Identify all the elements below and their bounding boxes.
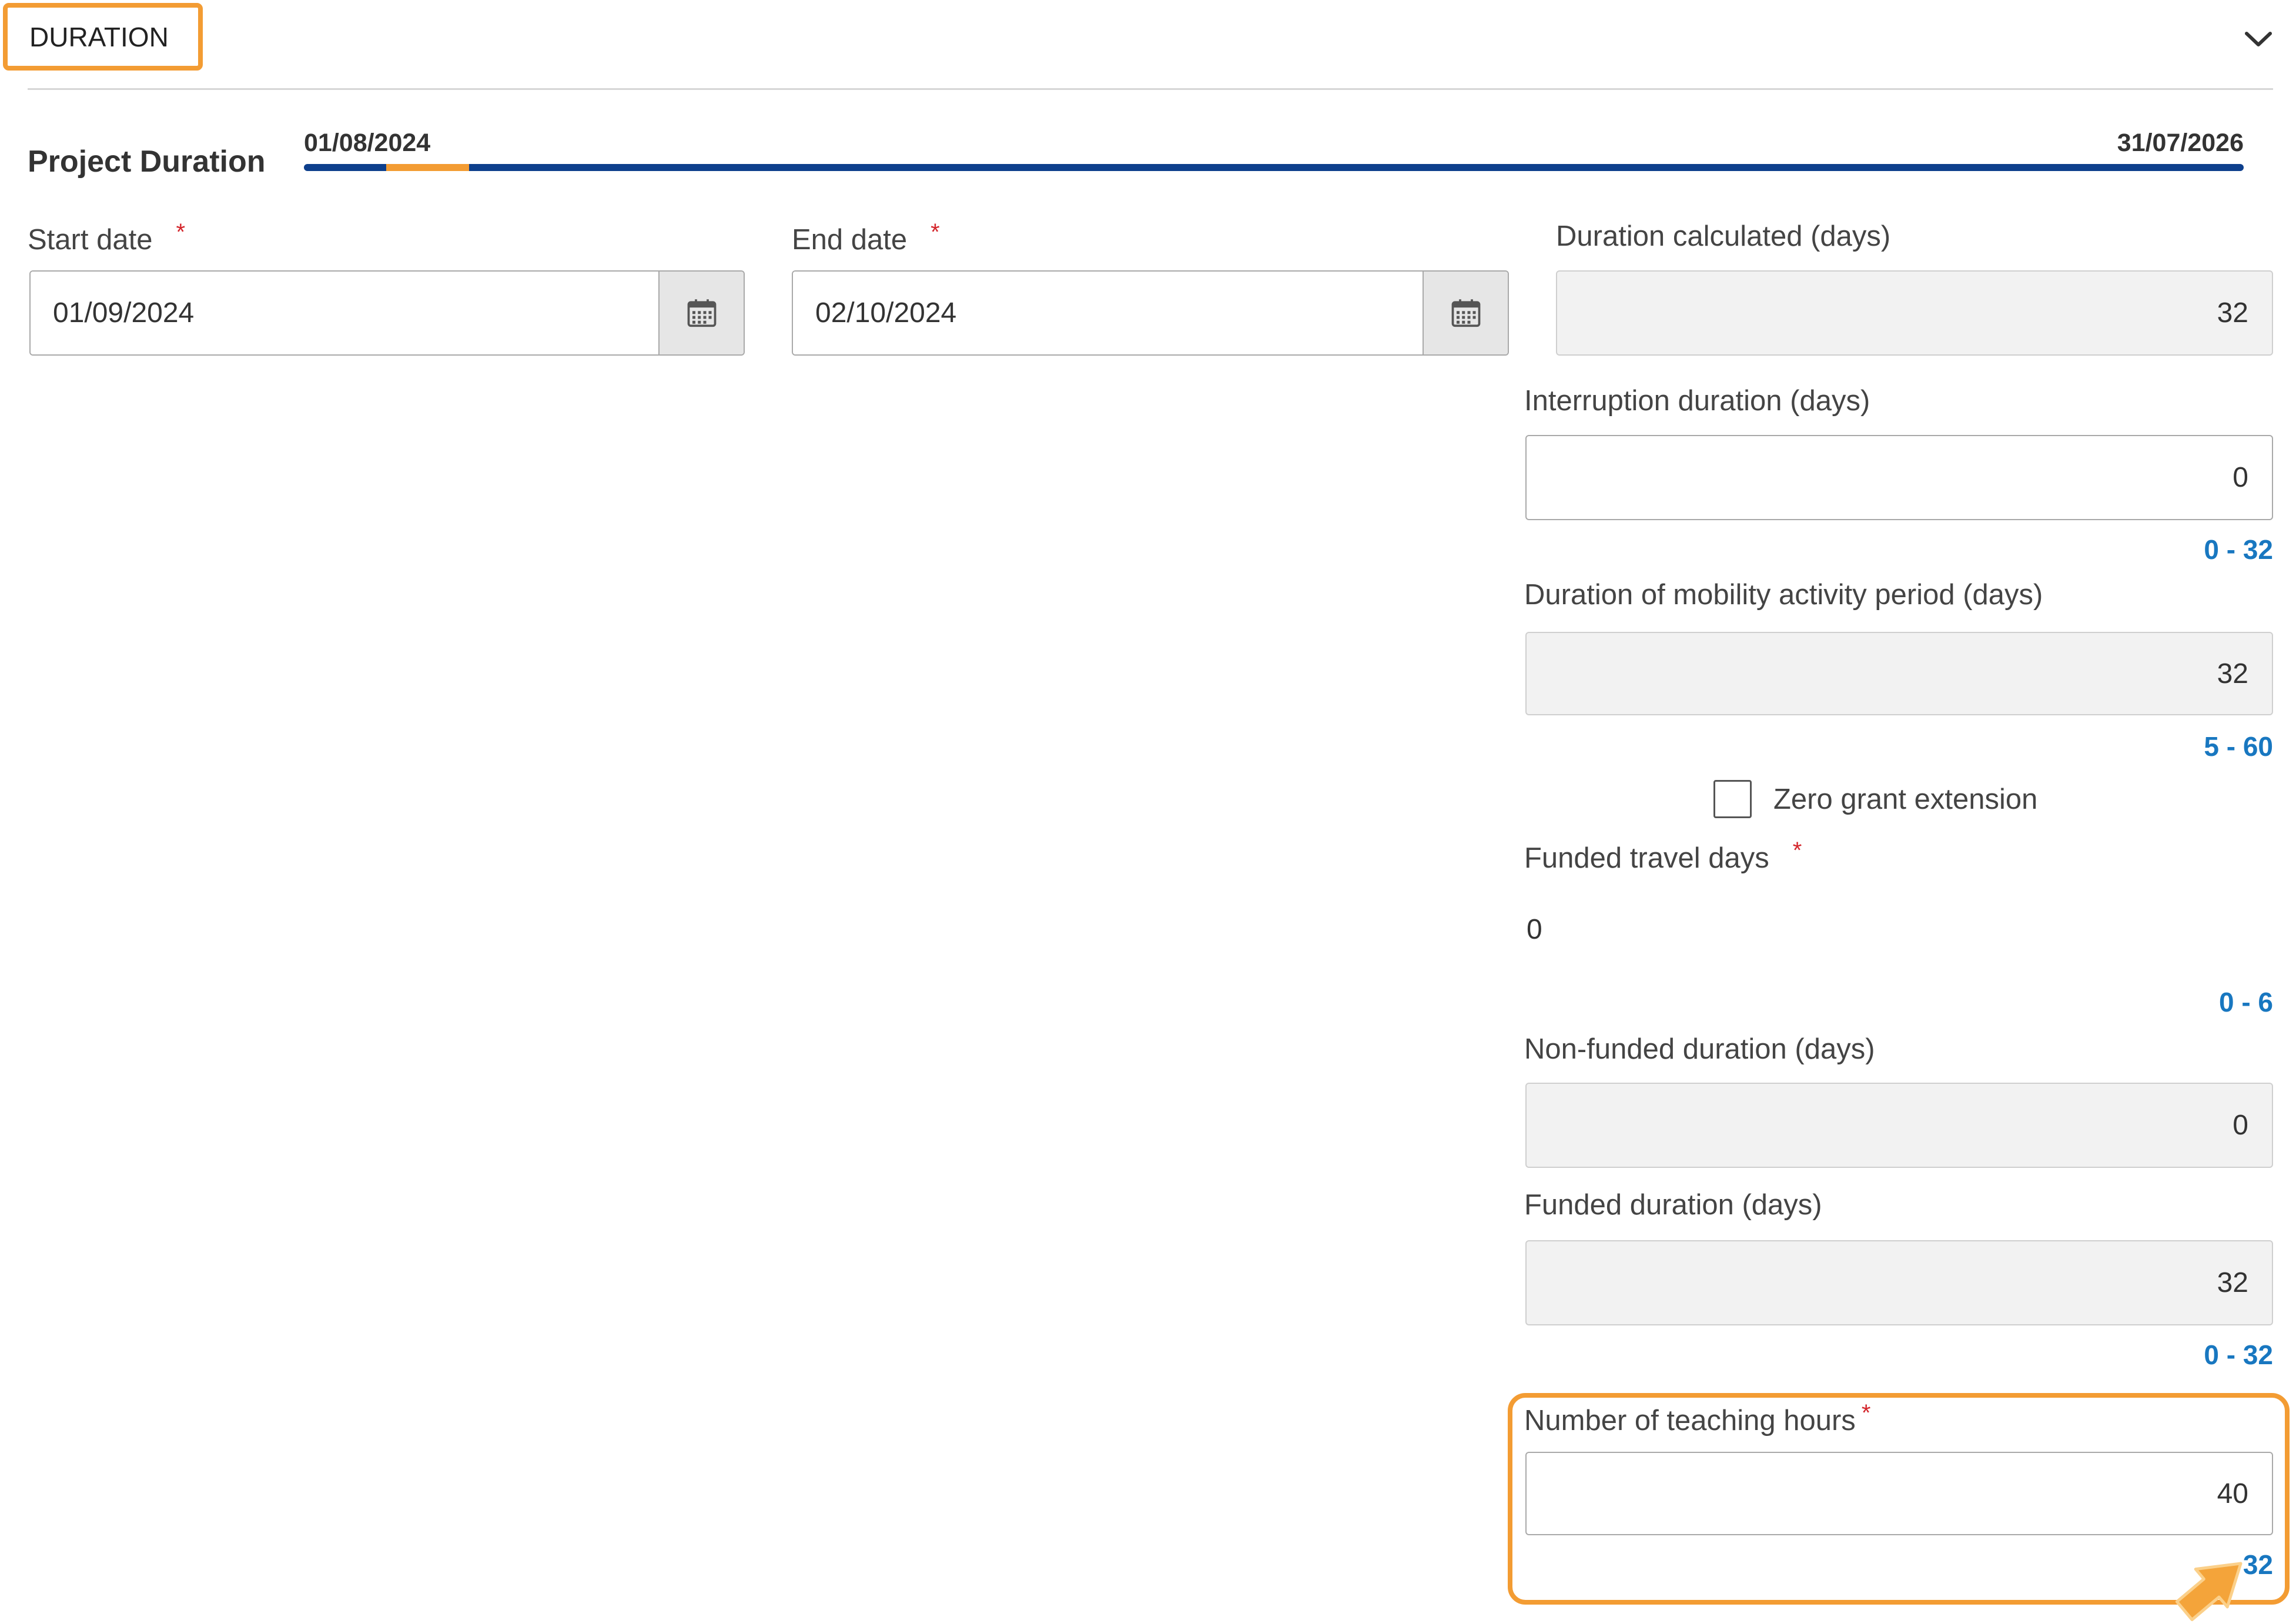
chevron-down-svg	[2245, 32, 2272, 46]
funded-travel-days-range: 0 - 6	[2218, 987, 2273, 1017]
project-start-date: 01/08/2024	[304, 129, 431, 157]
end-date-calendar-button[interactable]	[1423, 272, 1508, 354]
start-date-field	[29, 270, 745, 356]
mobility-period-range: 5 - 60	[2204, 731, 2273, 762]
project-duration-label: Project Duration	[28, 145, 266, 179]
required-asterisk: *	[1861, 1400, 1871, 1426]
mobility-period-label: Duration of mobility activity period (da…	[1524, 579, 2043, 611]
end-date-label: End date *	[792, 219, 940, 259]
end-date-label-text: End date	[792, 224, 908, 256]
project-timeline-bar	[304, 164, 2244, 171]
non-funded-duration-field	[1525, 1083, 2273, 1168]
duration-calculated-field	[1556, 270, 2273, 356]
end-date-input[interactable]	[793, 272, 1423, 354]
funded-travel-days-label: Funded travel days *	[1524, 838, 1802, 878]
duration-section: DURATION Project Duration 01/08/2024 31/…	[0, 0, 2296, 1624]
teaching-hours-label-text: Number of teaching hours	[1524, 1405, 1856, 1437]
zero-grant-extension-checkbox[interactable]	[1713, 780, 1752, 818]
teaching-hours-input[interactable]	[1525, 1452, 2273, 1535]
required-asterisk: *	[1792, 838, 1802, 863]
funded-duration-field	[1525, 1240, 2273, 1325]
duration-calculated-label: Duration calculated (days)	[1556, 220, 1891, 252]
teaching-hours-range: 32	[2243, 1549, 2273, 1580]
mobility-period-segment	[386, 164, 469, 171]
project-end-date: 31/07/2026	[2117, 129, 2244, 157]
end-date-field	[792, 270, 1509, 356]
calendar-icon	[1451, 299, 1480, 327]
chevron-down-icon[interactable]	[2243, 29, 2274, 49]
calendar-icon	[687, 299, 716, 327]
start-date-label: Start date *	[28, 219, 186, 259]
funded-travel-days-label-text: Funded travel days	[1524, 842, 1769, 874]
zero-grant-extension-label: Zero grant extension	[1773, 783, 2038, 815]
section-divider	[28, 88, 2273, 90]
funded-duration-range: 0 - 32	[2204, 1340, 2273, 1370]
start-date-label-text: Start date	[28, 224, 153, 256]
interruption-duration-label: Interruption duration (days)	[1524, 385, 1870, 417]
start-date-calendar-button[interactable]	[658, 272, 744, 354]
start-date-input[interactable]	[31, 272, 658, 354]
section-title-toggle[interactable]: DURATION	[3, 3, 203, 71]
funded-duration-label: Funded duration (days)	[1524, 1189, 1822, 1221]
mobility-period-field	[1525, 632, 2273, 715]
section-title-text: DURATION	[29, 21, 169, 52]
required-asterisk: *	[176, 219, 186, 245]
interruption-duration-range: 0 - 32	[2204, 534, 2273, 565]
required-asterisk: *	[931, 219, 940, 245]
funded-travel-days-value: 0	[1527, 914, 1542, 945]
teaching-hours-label: Number of teaching hours *	[1524, 1400, 1871, 1440]
interruption-duration-input[interactable]	[1525, 435, 2273, 520]
non-funded-duration-label: Non-funded duration (days)	[1524, 1033, 1875, 1065]
